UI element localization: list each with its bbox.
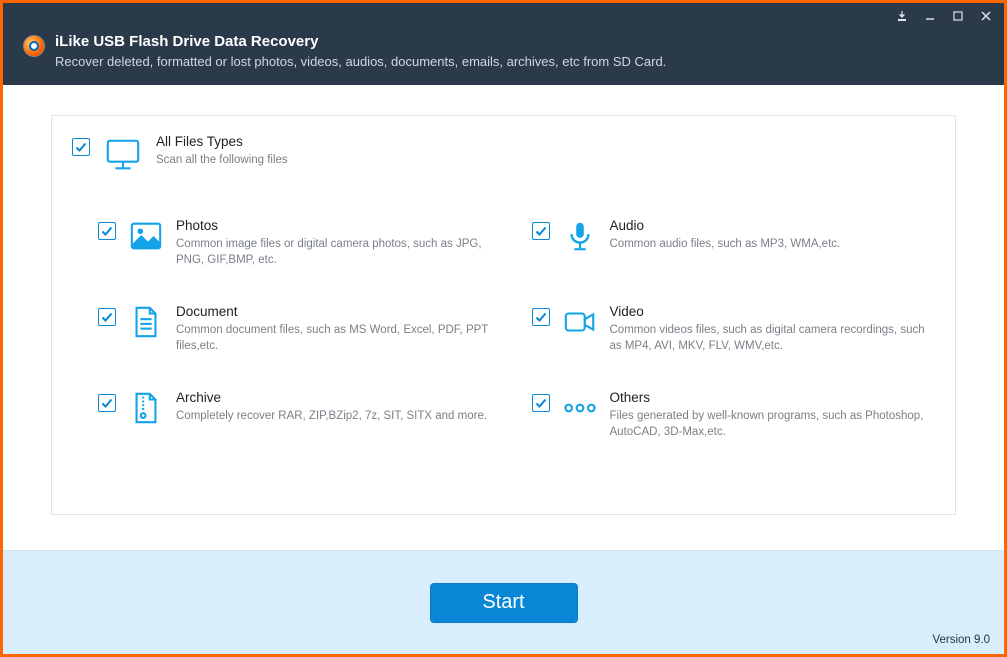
archive-icon: [128, 390, 164, 426]
app-logo-icon: [23, 35, 45, 57]
all-files-desc: Scan all the following files: [156, 152, 935, 168]
document-icon: [128, 304, 164, 340]
close-button[interactable]: [972, 6, 1000, 26]
others-title: Others: [610, 390, 936, 405]
file-types-grid: Photos Common image files or digital cam…: [72, 218, 935, 441]
document-desc: Common document files, such as MS Word, …: [176, 322, 502, 354]
item-archive: Archive Completely recover RAR, ZIP,BZip…: [98, 390, 502, 440]
others-desc: Files generated by well-known programs, …: [610, 408, 936, 440]
titlebar: [3, 3, 1004, 29]
document-title: Document: [176, 304, 502, 319]
archive-title: Archive: [176, 390, 502, 405]
file-types-panel: All Files Types Scan all the following f…: [51, 115, 956, 515]
checkbox-audio[interactable]: [532, 222, 550, 240]
photos-icon: [128, 218, 164, 254]
video-icon: [562, 304, 598, 340]
video-desc: Common videos files, such as digital cam…: [610, 322, 936, 354]
archive-desc: Completely recover RAR, ZIP,BZip2, 7z, S…: [176, 408, 502, 424]
content-area: All Files Types Scan all the following f…: [3, 85, 1004, 550]
version-label: Version 9.0: [932, 634, 990, 646]
monitor-icon: [102, 134, 144, 176]
photos-desc: Common image files or digital camera pho…: [176, 236, 502, 268]
start-button[interactable]: Start: [430, 583, 578, 623]
window-controls: [888, 6, 1000, 26]
checkbox-document[interactable]: [98, 308, 116, 326]
item-audio: Audio Common audio files, such as MP3, W…: [532, 218, 936, 268]
checkbox-archive[interactable]: [98, 394, 116, 412]
photos-title: Photos: [176, 218, 502, 233]
app-title: iLike USB Flash Drive Data Recovery: [55, 33, 666, 50]
all-files-row: All Files Types Scan all the following f…: [72, 130, 935, 182]
app-subtitle: Recover deleted, formatted or lost photo…: [55, 54, 666, 69]
item-photos: Photos Common image files or digital cam…: [98, 218, 502, 268]
header: iLike USB Flash Drive Data Recovery Reco…: [3, 29, 1004, 85]
audio-icon: [562, 218, 598, 254]
item-video: Video Common videos files, such as digit…: [532, 304, 936, 354]
all-files-title: All Files Types: [156, 134, 935, 149]
audio-title: Audio: [610, 218, 936, 233]
item-others: Others Files generated by well-known pro…: [532, 390, 936, 440]
footer: Start Version 9.0: [3, 550, 1004, 654]
checkbox-photos[interactable]: [98, 222, 116, 240]
app-window: iLike USB Flash Drive Data Recovery Reco…: [0, 0, 1007, 657]
maximize-button[interactable]: [944, 6, 972, 26]
minimize-button[interactable]: [916, 6, 944, 26]
checkbox-others[interactable]: [532, 394, 550, 412]
video-title: Video: [610, 304, 936, 319]
checkbox-all-files[interactable]: [72, 138, 90, 156]
item-document: Document Common document files, such as …: [98, 304, 502, 354]
checkbox-video[interactable]: [532, 308, 550, 326]
audio-desc: Common audio files, such as MP3, WMA,etc…: [610, 236, 936, 252]
download-button[interactable]: [888, 6, 916, 26]
others-icon: [562, 390, 598, 426]
